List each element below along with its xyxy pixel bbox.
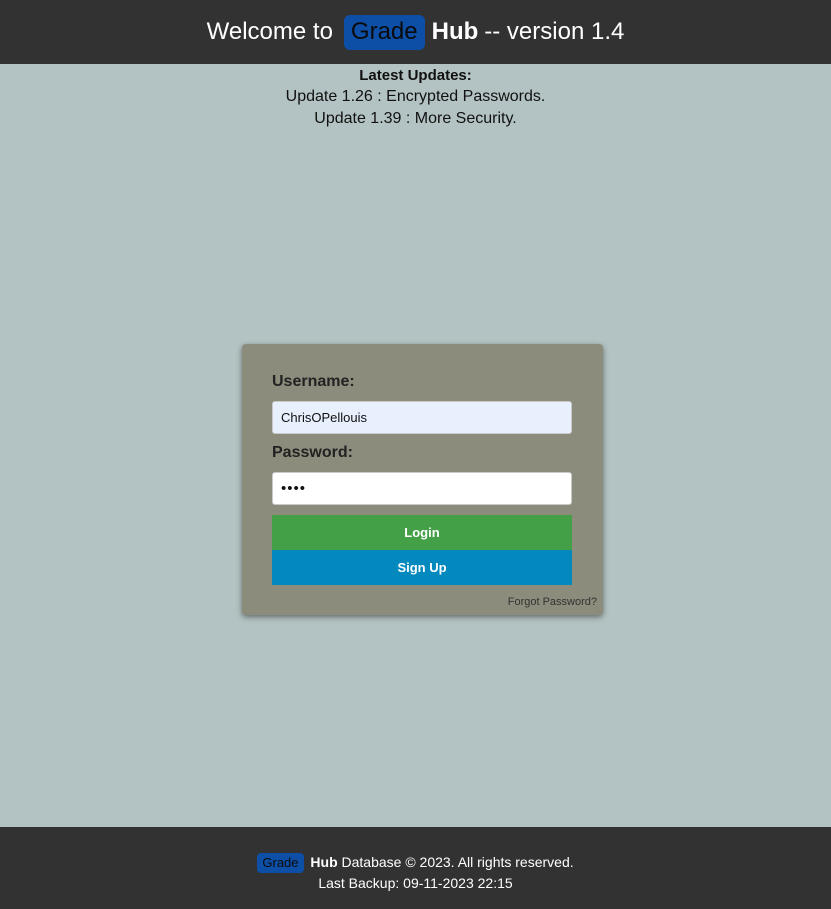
site-footer: Grade Hub Database © 2023. All rights re… xyxy=(0,827,831,909)
footer-brand-grade-badge: Grade xyxy=(257,853,304,873)
login-form-card: Username: Password: Login Sign Up Forgot… xyxy=(242,344,603,615)
update-item: Update 1.26 : Encrypted Passwords. xyxy=(285,88,546,105)
latest-updates-section: Latest Updates: Update 1.26 : Encrypted … xyxy=(0,66,831,130)
footer-copyright-row: Grade Hub Database © 2023. All rights re… xyxy=(0,852,831,873)
password-input[interactable] xyxy=(272,472,572,505)
forgot-password-link[interactable]: Forgot Password? xyxy=(508,596,597,608)
password-label: Password: xyxy=(272,444,353,461)
update-item: Update 1.39 : More Security. xyxy=(314,110,517,127)
sign-up-button[interactable]: Sign Up xyxy=(272,550,572,585)
header-brand-hub: Hub xyxy=(431,18,479,45)
footer-copyright-text: Database © 2023. All rights reserved. xyxy=(341,854,574,870)
header-brand-grade-badge: Grade xyxy=(343,14,425,50)
latest-updates-title: Latest Updates: xyxy=(359,67,472,84)
site-header: Welcome to Grade Hub -- version 1.4 xyxy=(0,0,831,64)
header-version-text: -- version 1.4 xyxy=(484,18,625,45)
footer-last-backup: Last Backup: 09-11-2023 22:15 xyxy=(318,875,513,891)
footer-brand-hub: Hub xyxy=(310,854,338,870)
username-label: Username: xyxy=(272,373,355,390)
username-input[interactable] xyxy=(272,401,572,434)
header-welcome-text: Welcome to xyxy=(206,18,333,45)
login-button[interactable]: Login xyxy=(272,515,572,550)
